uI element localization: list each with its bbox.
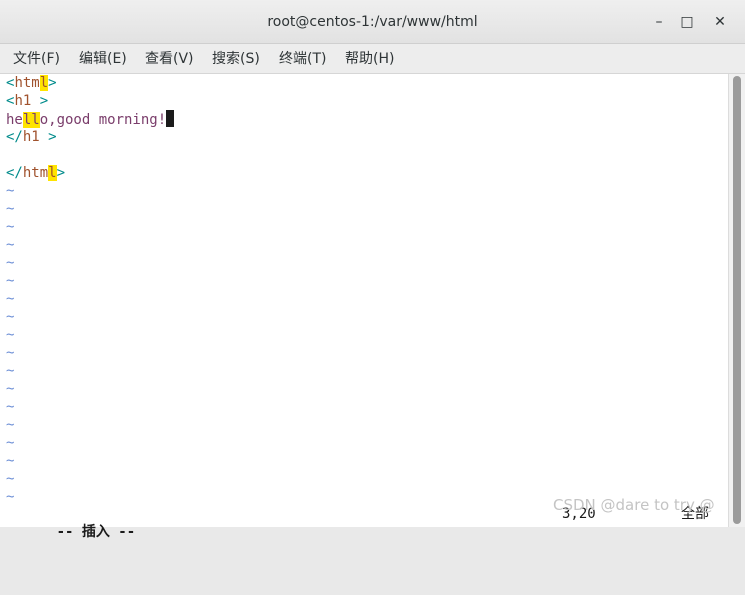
code-line-6: </html> (6, 165, 66, 181)
empty-line-marker: ~ (6, 237, 15, 253)
maximize-icon[interactable]: □ (676, 11, 698, 33)
terminal-window: root@centos-1:/var/www/html – □ ✕ 文件(F) … (0, 0, 745, 540)
empty-line-marker: ~ (6, 183, 15, 199)
menu-help[interactable]: 帮助(H) (345, 44, 394, 74)
empty-line-marker: ~ (6, 255, 15, 271)
empty-line-marker: ~ (6, 327, 15, 343)
empty-line-marker: ~ (6, 471, 15, 487)
menu-bar: 文件(F) 编辑(E) 查看(V) 搜索(S) 终端(T) 帮助(H) (0, 44, 745, 74)
match-highlight: ll (22, 112, 40, 128)
empty-line-marker: ~ (6, 273, 15, 289)
match-highlight: l (48, 165, 57, 181)
empty-line-marker: ~ (6, 309, 15, 325)
scrollbar-thumb[interactable] (733, 76, 741, 524)
window-title: root@centos-1:/var/www/html (267, 14, 478, 30)
watermark: CSDN @dare to try @ (553, 496, 715, 514)
empty-line-marker: ~ (6, 453, 15, 469)
text-cursor (166, 110, 175, 127)
match-highlight: l (39, 75, 49, 91)
code-line-2: <h1 > (6, 93, 49, 109)
empty-line-marker: ~ (6, 489, 15, 505)
menu-search[interactable]: 搜索(S) (212, 44, 260, 74)
menu-file[interactable]: 文件(F) (13, 44, 60, 74)
empty-line-marker: ~ (6, 345, 15, 361)
empty-line-marker: ~ (6, 399, 15, 415)
code-line-1: <html> (6, 75, 57, 91)
menu-view[interactable]: 查看(V) (145, 44, 194, 74)
insert-mode-indicator: -- 插入 -- (56, 524, 136, 540)
empty-line-marker: ~ (6, 363, 15, 379)
empty-line-marker: ~ (6, 219, 15, 235)
empty-line-marker: ~ (6, 435, 15, 451)
empty-line-marker: ~ (6, 201, 15, 217)
minimize-icon[interactable]: – (648, 11, 670, 33)
empty-line-marker: ~ (6, 417, 15, 433)
terminal-content[interactable]: <html> <h1 > hello,good morning! </h1 > … (0, 74, 728, 540)
code-line-4: </h1 > (6, 129, 57, 145)
title-bar[interactable]: root@centos-1:/var/www/html – □ ✕ (0, 0, 745, 44)
empty-line-marker: ~ (6, 381, 15, 397)
close-icon[interactable]: ✕ (709, 11, 731, 33)
vertical-scrollbar[interactable] (728, 74, 745, 527)
menu-terminal[interactable]: 终端(T) (279, 44, 326, 74)
menu-edit[interactable]: 编辑(E) (79, 44, 127, 74)
code-line-3: hello,good morning! (6, 110, 175, 128)
empty-line-marker: ~ (6, 291, 15, 307)
